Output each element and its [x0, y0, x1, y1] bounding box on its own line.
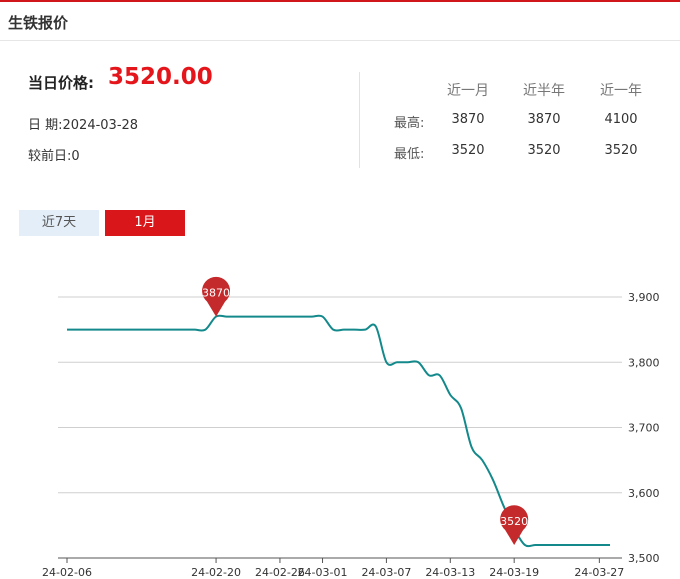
price-line-chart: 3,500 3,600 3,700 3,800 3,900 24-02-06 24-02-2…: [42, 276, 660, 579]
y-tick-label: 3,700: [628, 422, 660, 435]
y-tick-label: 3,800: [628, 356, 660, 369]
x-tick-label: 24-02-20: [191, 566, 241, 579]
x-tick-label: 24-03-19: [489, 566, 539, 579]
y-tick-label: 3,500: [628, 552, 660, 565]
x-tick-label: 24-02-06: [42, 566, 92, 579]
price-pin-label: 3870: [202, 287, 230, 300]
y-tick-label: 3,900: [628, 291, 660, 304]
y-tick-label: 3,600: [628, 487, 660, 500]
price-pin-label: 3520: [500, 515, 528, 528]
x-tick-label: 24-03-01: [298, 566, 348, 579]
x-tick-label: 24-03-07: [361, 566, 411, 579]
x-tick-label: 24-03-27: [574, 566, 624, 579]
x-tick-label: 24-03-13: [425, 566, 475, 579]
series-line: [67, 314, 610, 548]
